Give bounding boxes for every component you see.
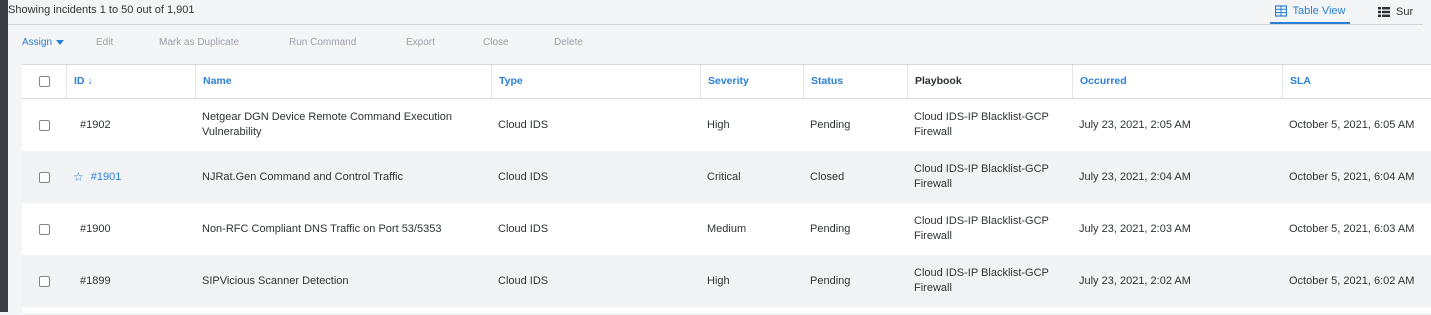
playbook-line: Cloud IDS-IP Blacklist-GCP [914, 267, 1049, 279]
playbook-line: Firewall [914, 282, 952, 294]
list-icon [1378, 7, 1390, 17]
type-cell: Cloud IDS [498, 170, 549, 183]
sla-cell: October 5, 2021, 6:02 AM [1289, 274, 1415, 287]
summary-view-tab[interactable]: Sur [1378, 0, 1431, 24]
column-header-status[interactable]: Status [803, 65, 907, 98]
incidents-table: ID ↓ Name Type Severity Status Playbook … [22, 64, 1431, 313]
severity-cell: Critical [707, 170, 741, 183]
row-checkbox[interactable] [38, 171, 50, 183]
row-checkbox[interactable] [38, 223, 50, 235]
playbook-cell: Cloud IDS-IP Blacklist-GCP Firewall [907, 203, 1072, 255]
id-cell: #1902 [66, 99, 195, 151]
playbook-line: Cloud IDS-IP Blacklist-GCP [914, 163, 1049, 175]
header-divider [8, 24, 1423, 25]
incident-count: Showing incidents 1 to 50 out of 1,901 [8, 4, 195, 16]
close-button[interactable]: Close [483, 37, 509, 48]
name-cell: NJRat.Gen Command and Control Traffic [195, 151, 491, 203]
incident-name-line: Netgear DGN Device Remote Command Execut… [202, 111, 453, 123]
status-cell: Pending [810, 118, 851, 131]
row-select-cell [22, 203, 66, 255]
table-row[interactable]: #1900 Non-RFC Compliant DNS Traffic on P… [22, 203, 1431, 255]
table-row[interactable]: #1899 SIPVicious Scanner Detection Cloud… [22, 255, 1431, 307]
table-view-label: Table View [1292, 5, 1346, 17]
occurred-cell: July 23, 2021, 2:03 AM [1079, 222, 1191, 235]
table-header: ID ↓ Name Type Severity Status Playbook … [22, 65, 1431, 99]
id-cell: #1899 [66, 255, 195, 307]
column-header-occurred[interactable]: Occurred [1072, 65, 1282, 98]
status-cell: Pending [810, 222, 851, 235]
playbook-line: Cloud IDS-IP Blacklist-GCP [914, 215, 1049, 227]
status-cell: Closed [810, 170, 845, 183]
sla-cell: October 5, 2021, 6:05 AM [1289, 118, 1415, 131]
select-all-checkbox[interactable] [38, 76, 50, 87]
chevron-down-icon [56, 39, 65, 45]
playbook-line: Firewall [914, 230, 952, 242]
column-header-type[interactable]: Type [491, 65, 700, 98]
severity-cell: High [707, 118, 730, 131]
assign-button[interactable]: Assign [22, 37, 65, 48]
incident-name-line: NJRat.Gen Command and Control Traffic [202, 170, 403, 183]
playbook-line: Firewall [914, 178, 952, 190]
occurred-cell: July 23, 2021, 2:05 AM [1079, 118, 1191, 131]
incident-name-line: Non-RFC Compliant DNS Traffic on Port 53… [202, 222, 442, 235]
run-command-button[interactable]: Run Command [289, 37, 356, 48]
incident-name-line: Vulnerability [202, 126, 262, 138]
playbook-line: Firewall [914, 126, 952, 138]
select-all-cell [22, 65, 66, 98]
star-outline-icon[interactable]: ☆ [73, 170, 84, 185]
incident-id: #1900 [80, 222, 111, 235]
edit-button[interactable]: Edit [96, 37, 113, 48]
results-header: Showing incidents 1 to 50 out of 1,901 [8, 0, 1431, 25]
type-cell: Cloud IDS [498, 222, 549, 235]
severity-cell: High [707, 274, 730, 287]
table-row[interactable]: ☆ #1901 NJRat.Gen Command and Control Tr… [22, 151, 1431, 203]
column-header-sla[interactable]: SLA [1282, 65, 1431, 98]
row-select-cell [22, 255, 66, 307]
export-button[interactable]: Export [406, 37, 435, 48]
row-select-cell [22, 151, 66, 203]
row-checkbox[interactable] [38, 119, 50, 131]
column-header-id[interactable]: ID ↓ [66, 65, 195, 98]
sla-cell: October 5, 2021, 6:03 AM [1289, 222, 1415, 235]
name-cell: Non-RFC Compliant DNS Traffic on Port 53… [195, 203, 491, 255]
mark-duplicate-button[interactable]: Mark as Duplicate [159, 37, 239, 48]
playbook-line: Cloud IDS-IP Blacklist-GCP [914, 111, 1049, 123]
left-edge [0, 0, 8, 312]
assign-label: Assign [22, 37, 53, 48]
table-grid-icon [1274, 5, 1287, 17]
type-cell: Cloud IDS [498, 274, 549, 287]
name-cell: SIPVicious Scanner Detection [195, 255, 491, 307]
table-row[interactable]: #1902 Netgear DGN Device Remote Command … [22, 99, 1431, 151]
playbook-cell: Cloud IDS-IP Blacklist-GCP Firewall [907, 151, 1072, 203]
id-cell: #1900 [66, 203, 195, 255]
playbook-cell: Cloud IDS-IP Blacklist-GCP Firewall [907, 99, 1072, 151]
incident-name-line: SIPVicious Scanner Detection [202, 274, 349, 287]
incident-id[interactable]: #1901 [91, 170, 122, 185]
column-header-name[interactable]: Name [195, 65, 491, 98]
severity-cell: Medium [707, 222, 747, 235]
row-checkbox[interactable] [38, 275, 50, 287]
column-header-playbook: Playbook [907, 65, 1072, 98]
summary-view-label: Sur [1396, 6, 1414, 18]
incident-id: #1899 [80, 274, 111, 287]
column-header-severity[interactable]: Severity [700, 65, 803, 98]
occurred-cell: July 23, 2021, 2:02 AM [1079, 274, 1191, 287]
table-view-tab[interactable]: Table View [1270, 0, 1350, 24]
playbook-cell: Cloud IDS-IP Blacklist-GCP Firewall [907, 255, 1072, 307]
incident-id: #1902 [80, 118, 111, 131]
delete-button[interactable]: Delete [554, 37, 583, 48]
status-cell: Pending [810, 274, 851, 287]
occurred-cell: July 23, 2021, 2:04 AM [1079, 170, 1191, 183]
type-cell: Cloud IDS [498, 118, 549, 131]
id-cell: ☆ #1901 [66, 151, 195, 203]
row-select-cell [22, 99, 66, 151]
sla-cell: October 5, 2021, 6:04 AM [1289, 170, 1415, 183]
table-row[interactable] [22, 307, 1431, 315]
name-cell: Netgear DGN Device Remote Command Execut… [195, 99, 491, 151]
